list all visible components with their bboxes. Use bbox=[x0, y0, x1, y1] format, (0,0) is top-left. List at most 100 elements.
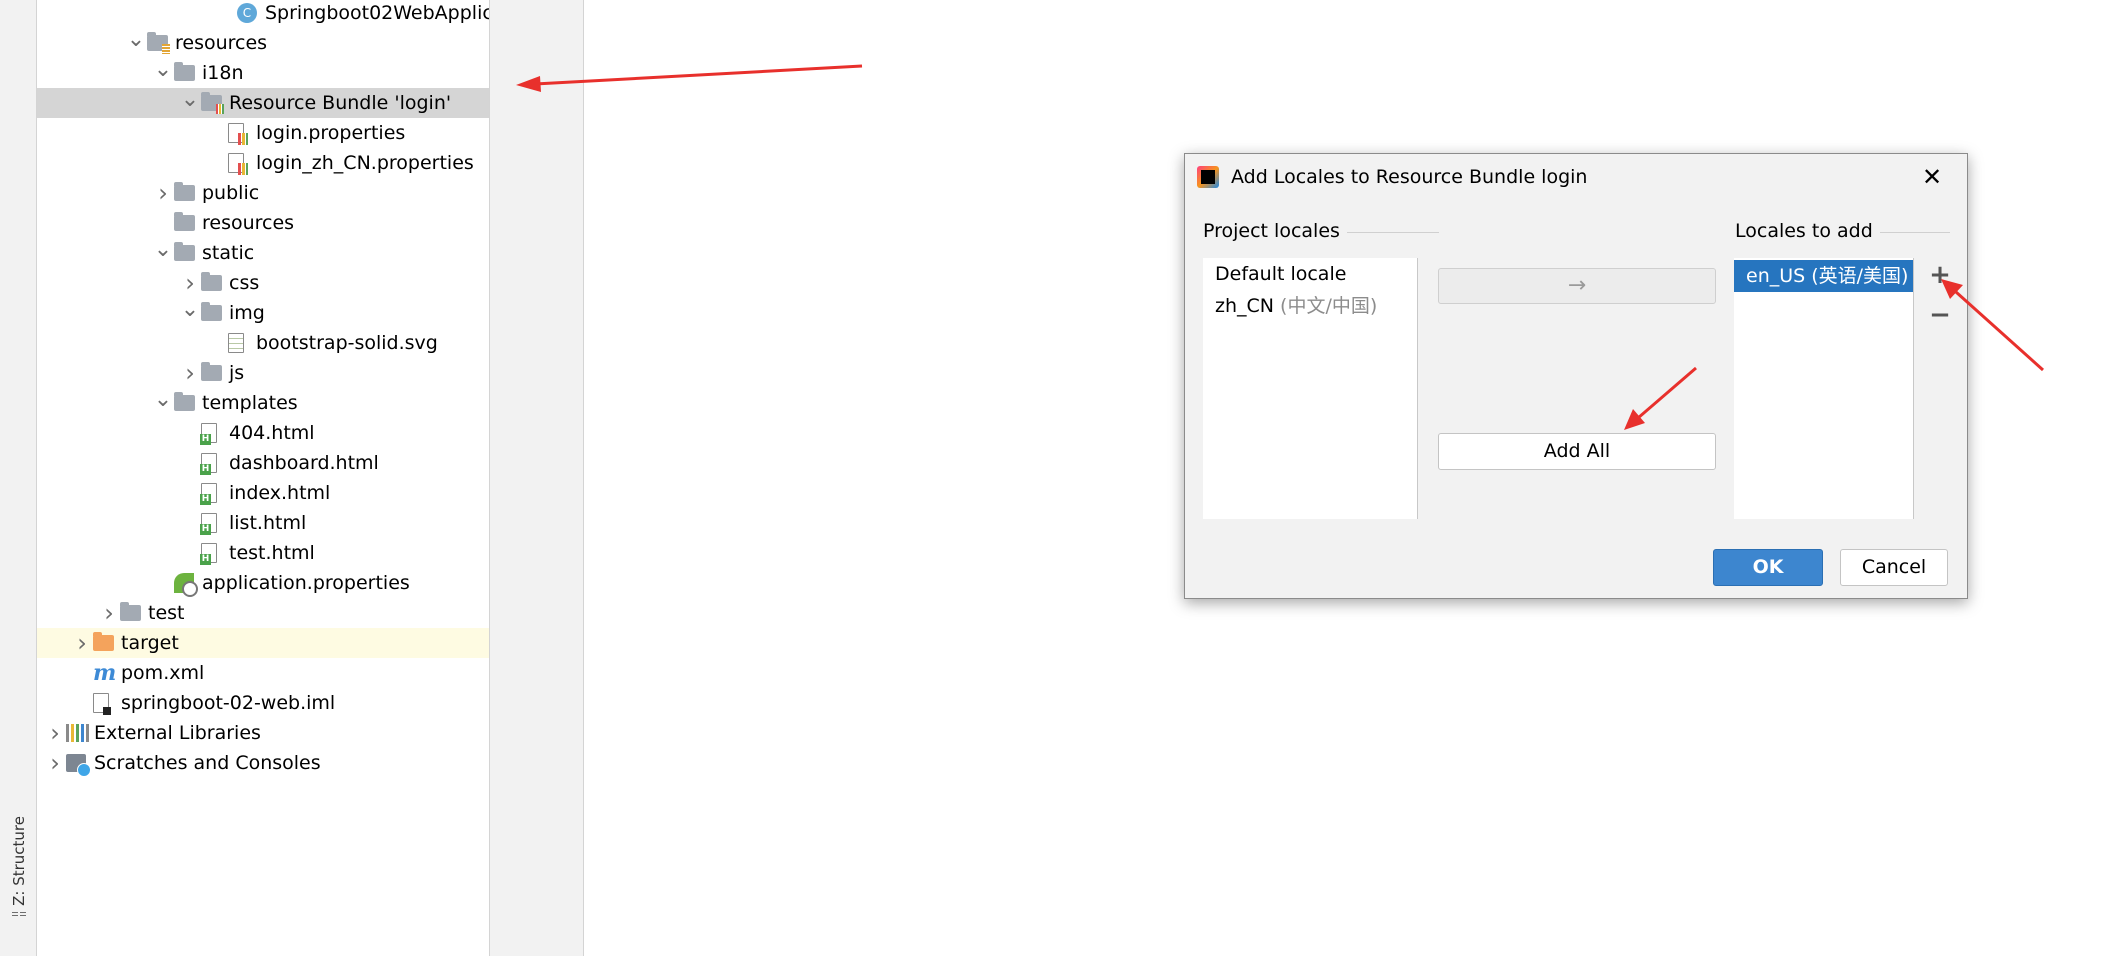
locales-to-add-list[interactable]: en_US (英语/美国) bbox=[1734, 258, 1914, 519]
tree-row-label: External Libraries bbox=[94, 722, 261, 744]
tree-row-label: i18n bbox=[202, 62, 244, 84]
tree-row-label: springboot-02-web.iml bbox=[121, 692, 336, 714]
svg-file-icon bbox=[228, 328, 252, 358]
tree-row[interactable]: ›Hlist.html bbox=[37, 508, 489, 538]
chevron-down-icon[interactable]: ⌄ bbox=[152, 238, 174, 264]
chevron-right-icon[interactable]: › bbox=[98, 598, 120, 628]
tree-row[interactable]: ›Hdashboard.html bbox=[37, 448, 489, 478]
folder-icon bbox=[201, 358, 225, 388]
tree-row[interactable]: › target bbox=[37, 628, 489, 658]
folder-icon bbox=[174, 388, 198, 418]
tree-row-label: login.properties bbox=[256, 122, 406, 144]
tree-row[interactable]: ›bootstrap-solid.svg bbox=[37, 328, 489, 358]
tree-row-label: dashboard.html bbox=[229, 452, 379, 474]
tree-row[interactable]: › test bbox=[37, 598, 489, 628]
tree-row[interactable]: ›CSpringboot02WebApplica bbox=[37, 0, 489, 28]
tree-row-label: resources bbox=[175, 32, 268, 54]
chevron-down-icon[interactable]: ⌄ bbox=[125, 28, 147, 54]
iml-file-icon bbox=[93, 688, 117, 718]
tree-row-label: Scratches and Consoles bbox=[94, 752, 321, 774]
move-locale-button[interactable]: → bbox=[1438, 268, 1716, 304]
chevron-down-icon[interactable]: ⌄ bbox=[152, 58, 174, 84]
tree-row[interactable]: ›Htest.html bbox=[37, 538, 489, 568]
tree-row-label: Springboot02WebApplica bbox=[265, 2, 489, 24]
remove-locale-minus-button[interactable]: − bbox=[1928, 302, 1952, 328]
html-file-icon: H bbox=[200, 418, 225, 448]
locales-to-add-separator bbox=[1880, 232, 1950, 233]
ok-button[interactable]: OK bbox=[1713, 549, 1823, 586]
folder-icon bbox=[174, 58, 198, 88]
tree-row[interactable]: › public bbox=[37, 178, 489, 208]
maven-icon: m bbox=[93, 660, 117, 686]
add-all-button[interactable]: Add All bbox=[1438, 433, 1716, 470]
chevron-right-icon[interactable]: › bbox=[152, 178, 174, 208]
tree-row[interactable]: › Scratches and Consoles bbox=[37, 748, 489, 778]
folder-icon bbox=[120, 598, 144, 628]
tree-row[interactable]: ›springboot-02-web.iml bbox=[37, 688, 489, 718]
chevron-right-icon[interactable]: › bbox=[179, 268, 201, 298]
chevron-down-icon[interactable]: ⌄ bbox=[152, 388, 174, 414]
chevron-right-icon[interactable]: › bbox=[179, 358, 201, 388]
folder-icon bbox=[174, 208, 198, 238]
tree-row[interactable]: › css bbox=[37, 268, 489, 298]
chevron-down-icon[interactable]: ⌄ bbox=[179, 298, 201, 324]
locale-list-item[interactable]: en_US (英语/美国) bbox=[1734, 260, 1913, 292]
structure-tool-tab[interactable]: Z: Structure bbox=[8, 816, 30, 916]
folder-icon bbox=[201, 268, 225, 298]
project-locales-list[interactable]: Default locale zh_CN (中文/中国) bbox=[1203, 258, 1418, 519]
properties-file-icon bbox=[228, 148, 252, 178]
tree-row[interactable]: ⌄ i18n bbox=[37, 58, 489, 88]
locale-list-item[interactable]: Default locale bbox=[1203, 258, 1417, 290]
locale-list-item[interactable]: zh_CN (中文/中国) bbox=[1203, 290, 1417, 322]
locale-native-name: (英语/美国) bbox=[1805, 265, 1909, 287]
tree-row[interactable]: ›mpom.xml bbox=[37, 658, 489, 688]
dialog-title-bar: Add Locales to Resource Bundle login ✕ bbox=[1185, 154, 1967, 200]
tree-row-label: index.html bbox=[229, 482, 331, 504]
tree-row[interactable]: ›Hindex.html bbox=[37, 478, 489, 508]
close-button[interactable]: ✕ bbox=[1919, 164, 1945, 190]
tree-row[interactable]: ⌄ img bbox=[37, 298, 489, 328]
tree-row-label: js bbox=[229, 362, 245, 384]
tree-row[interactable]: ⌄ Resource Bundle 'login' bbox=[37, 88, 489, 118]
add-locales-dialog: Add Locales to Resource Bundle login ✕ P… bbox=[1184, 153, 1968, 599]
resource-bundle-icon bbox=[201, 88, 225, 118]
structure-tab-label: Z: Structure bbox=[10, 816, 28, 906]
tree-row-label: bootstrap-solid.svg bbox=[256, 332, 438, 354]
tree-row[interactable]: ›login.properties bbox=[37, 118, 489, 148]
tree-row[interactable]: ⌄ resources bbox=[37, 28, 489, 58]
html-file-icon: H bbox=[200, 478, 225, 508]
intellij-app-icon bbox=[1197, 166, 1219, 188]
locale-code: zh_CN bbox=[1215, 295, 1274, 317]
tree-row-label: templates bbox=[202, 392, 298, 414]
chevron-down-icon[interactable]: ⌄ bbox=[179, 88, 201, 114]
tree-row[interactable]: › js bbox=[37, 358, 489, 388]
tree-row[interactable]: ›resources bbox=[37, 208, 489, 238]
tree-row[interactable]: ⌄ static bbox=[37, 238, 489, 268]
tree-row[interactable]: › External Libraries bbox=[37, 718, 489, 748]
tree-row-label: list.html bbox=[229, 512, 307, 534]
tree-row[interactable]: ›application.properties bbox=[37, 568, 489, 598]
html-file-icon: H bbox=[200, 448, 225, 478]
tree-row[interactable]: ›login_zh_CN.properties bbox=[37, 148, 489, 178]
project-tree: ›CSpringboot02WebApplica⌄resources⌄i18n⌄… bbox=[37, 0, 489, 956]
folder-icon bbox=[201, 298, 225, 328]
properties-file-icon bbox=[228, 118, 252, 148]
locale-code: Default locale bbox=[1215, 263, 1347, 285]
chevron-right-icon[interactable]: › bbox=[44, 718, 66, 748]
tree-row-label: target bbox=[121, 632, 179, 654]
chevron-right-icon[interactable]: › bbox=[44, 748, 66, 778]
tree-row[interactable]: ›H404.html bbox=[37, 418, 489, 448]
dialog-title: Add Locales to Resource Bundle login bbox=[1231, 166, 1588, 188]
tree-row-label: Resource Bundle 'login' bbox=[229, 92, 452, 114]
excluded-folder-icon bbox=[93, 628, 117, 658]
cancel-button[interactable]: Cancel bbox=[1840, 549, 1948, 586]
project-locales-label: Project locales bbox=[1203, 220, 1340, 242]
scratches-icon bbox=[66, 748, 91, 778]
tree-row[interactable]: ⌄ templates bbox=[37, 388, 489, 418]
structure-icon bbox=[12, 911, 26, 916]
folder-icon bbox=[174, 178, 198, 208]
tree-row-label: application.properties bbox=[202, 572, 410, 594]
chevron-right-icon[interactable]: › bbox=[71, 628, 93, 658]
add-locale-plus-button[interactable]: + bbox=[1928, 262, 1952, 288]
project-locales-separator bbox=[1347, 232, 1439, 233]
